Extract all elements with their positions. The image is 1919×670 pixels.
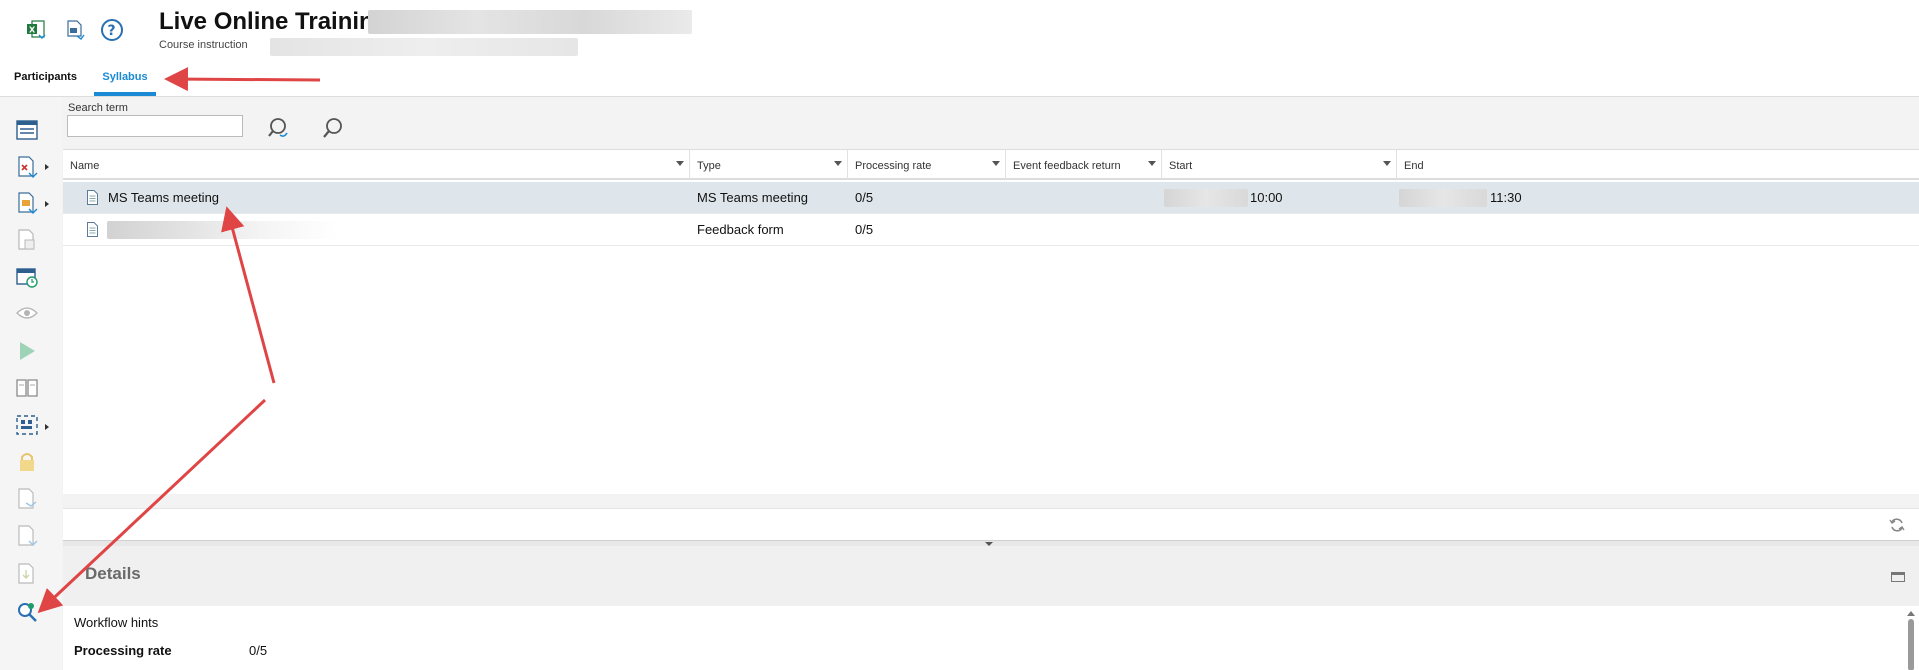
- page-subtitle: Course instruction: [159, 39, 248, 51]
- cell-feedback-return: [1006, 214, 1013, 246]
- page-title: Live Online Training: [159, 8, 389, 35]
- cell-type: Feedback form: [697, 222, 784, 237]
- scrollbar-thumb[interactable]: [1908, 619, 1914, 670]
- search-label: Search term: [68, 102, 128, 114]
- delete-document-icon[interactable]: [14, 154, 40, 180]
- processing-rate-value: 0/5: [249, 643, 268, 658]
- left-toolbar: [0, 96, 62, 670]
- column-header-feedback-return[interactable]: Event feedback return: [1006, 150, 1162, 180]
- app-window: X ? Live Online Training Course instruct…: [0, 0, 1919, 670]
- column-header-processing-rate[interactable]: Processing rate: [848, 150, 1006, 180]
- qr-scan-icon[interactable]: [14, 412, 40, 438]
- svg-text:?: ?: [108, 23, 116, 39]
- vertical-scrollbar[interactable]: [1907, 611, 1915, 670]
- syllabus-table: Name Type Processing rate Event feedback…: [63, 149, 1919, 559]
- edit-menu-chevron-icon[interactable]: [45, 201, 49, 207]
- main-panel: Search term Name Type Processing rate Ev…: [62, 96, 1919, 670]
- cell-name: MS Teams meeting: [108, 190, 220, 205]
- details-header: Details: [63, 546, 1919, 606]
- cell-type: MS Teams meeting: [697, 190, 809, 205]
- schedule-icon[interactable]: [14, 264, 40, 290]
- column-filter-icon[interactable]: [676, 161, 684, 166]
- book-icon: [14, 375, 40, 401]
- play-icon: [14, 338, 40, 364]
- redacted-end-date: [1399, 189, 1487, 207]
- redacted-start-date: [1164, 189, 1248, 207]
- export-document-icon: [14, 486, 40, 512]
- excel-export-icon[interactable]: X: [22, 16, 50, 44]
- redacted-row-name: [107, 221, 337, 239]
- refresh-icon[interactable]: [1889, 517, 1905, 533]
- document-export-icon[interactable]: [61, 16, 89, 44]
- search-zoom-icon[interactable]: [14, 599, 40, 625]
- download-document-icon: [14, 561, 40, 587]
- cell-end-time: 11:30: [1490, 190, 1522, 205]
- column-header-label: Name: [70, 160, 100, 172]
- column-filter-icon[interactable]: [992, 161, 1000, 166]
- cell-feedback-return: [1006, 182, 1013, 214]
- edit-document-icon[interactable]: [14, 190, 40, 216]
- header: X ? Live Online Training Course instruct…: [0, 0, 1919, 96]
- lock-icon: [14, 449, 40, 475]
- column-header-label: End: [1404, 160, 1424, 172]
- column-header-label: Type: [697, 160, 721, 172]
- column-filter-icon[interactable]: [1148, 161, 1156, 166]
- cell-start-time: [1162, 214, 1169, 246]
- column-header-name[interactable]: Name: [63, 150, 690, 180]
- tab-participants[interactable]: Participants: [14, 70, 77, 96]
- column-header-label: Processing rate: [855, 160, 932, 172]
- details-title: Details: [85, 564, 141, 583]
- redacted-title-text: [368, 10, 692, 34]
- qr-menu-chevron-icon[interactable]: [45, 424, 49, 430]
- cell-processing-rate: 0/5: [855, 190, 874, 205]
- list-view-icon[interactable]: [14, 117, 40, 143]
- column-filter-icon[interactable]: [834, 161, 842, 166]
- processing-rate-label: Processing rate: [74, 643, 172, 658]
- tab-syllabus[interactable]: Syllabus: [94, 70, 156, 96]
- advanced-search-icon[interactable]: [264, 114, 292, 142]
- column-filter-icon[interactable]: [1383, 161, 1391, 166]
- cell-processing-rate: 0/5: [855, 222, 874, 237]
- minimize-icon[interactable]: [1891, 572, 1905, 582]
- document-icon: [87, 190, 98, 205]
- table-footer: [63, 508, 1919, 540]
- column-header-label: Start: [1169, 160, 1193, 172]
- document-icon: [87, 222, 98, 237]
- search-input[interactable]: [67, 115, 243, 137]
- column-header-end[interactable]: End: [1397, 150, 1919, 180]
- cell-start-time: 10:00: [1250, 190, 1283, 205]
- copy-document-icon: [14, 523, 40, 549]
- table-header: Name Type Processing rate Event feedback…: [63, 150, 1919, 180]
- table-row[interactable]: Feedback form 0/5: [63, 214, 1919, 246]
- svg-text:X: X: [29, 26, 36, 35]
- details-body: Workflow hints Processing rate 0/5: [63, 606, 1919, 670]
- search-icon[interactable]: [319, 114, 347, 142]
- delete-menu-chevron-icon[interactable]: [45, 164, 49, 170]
- preview-eye-icon: [14, 300, 40, 326]
- calendar-document-icon: [14, 227, 40, 253]
- redacted-subtitle-text: [270, 38, 578, 56]
- workflow-hints-label: Workflow hints: [74, 615, 159, 630]
- help-icon[interactable]: ?: [98, 16, 126, 44]
- column-header-start[interactable]: Start: [1162, 150, 1397, 180]
- column-header-label: Event feedback return: [1013, 160, 1121, 172]
- table-row[interactable]: MS Teams meeting MS Teams meeting 0/5 10…: [63, 182, 1919, 214]
- cell-end-time: [1397, 214, 1404, 246]
- cell-name: [101, 214, 108, 246]
- column-header-type[interactable]: Type: [690, 150, 848, 180]
- scroll-up-icon[interactable]: [1907, 611, 1915, 616]
